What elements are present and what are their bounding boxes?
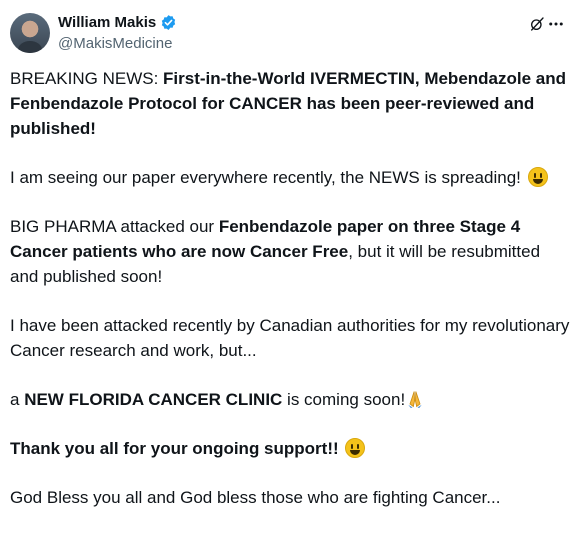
tweet-text: BREAKING NEWS: First-in-the-World IVERME… bbox=[10, 66, 570, 534]
p5-lead: a bbox=[10, 390, 25, 409]
p1-lead: BREAKING NEWS: bbox=[10, 69, 164, 88]
verified-badge-icon bbox=[162, 15, 176, 30]
smiley-emoji-icon bbox=[527, 167, 548, 187]
avatar[interactable] bbox=[10, 13, 50, 53]
tweet-header: William Makis @MakisMedicine bbox=[10, 11, 177, 55]
p5-tail: is coming soon! bbox=[282, 390, 406, 409]
author-handle[interactable]: @MakisMedicine bbox=[58, 34, 177, 53]
smiley-emoji-icon bbox=[345, 438, 366, 458]
paragraph-6: Thank you all for your ongoing support!! bbox=[10, 436, 570, 461]
tweet: William Makis @MakisMedicine BREAKING NE… bbox=[0, 0, 585, 507]
p5-bold: NEW FLORIDA CANCER CLINIC bbox=[24, 390, 283, 409]
more-options-icon[interactable] bbox=[547, 15, 565, 33]
author-info: William Makis @MakisMedicine bbox=[58, 13, 177, 53]
paragraph-7: God Bless you all and God bless those wh… bbox=[10, 485, 570, 510]
paragraph-1: BREAKING NEWS: First-in-the-World IVERME… bbox=[10, 66, 570, 141]
p2-text: I am seeing our paper everywhere recentl… bbox=[10, 168, 526, 187]
author-name[interactable]: William Makis bbox=[58, 13, 156, 32]
name-row: William Makis bbox=[58, 13, 177, 32]
grok-icon[interactable] bbox=[529, 16, 545, 32]
paragraph-4: I have been attacked recently by Canadia… bbox=[10, 313, 570, 363]
paragraph-2: I am seeing our paper everywhere recentl… bbox=[10, 165, 570, 190]
paragraph-3: BIG PHARMA attacked our Fenbendazole pap… bbox=[10, 214, 570, 289]
p4-text: I have been attacked recently by Canadia… bbox=[10, 316, 570, 360]
p6-bold: Thank you all for your ongoing support!! bbox=[10, 439, 344, 458]
praying-hands-emoji-icon bbox=[408, 391, 422, 409]
p3-lead: BIG PHARMA attacked our bbox=[10, 217, 219, 236]
paragraph-5: a NEW FLORIDA CANCER CLINIC is coming so… bbox=[10, 387, 570, 412]
p7-text: God Bless you all and God bless those wh… bbox=[10, 488, 501, 507]
header-actions bbox=[529, 14, 565, 34]
